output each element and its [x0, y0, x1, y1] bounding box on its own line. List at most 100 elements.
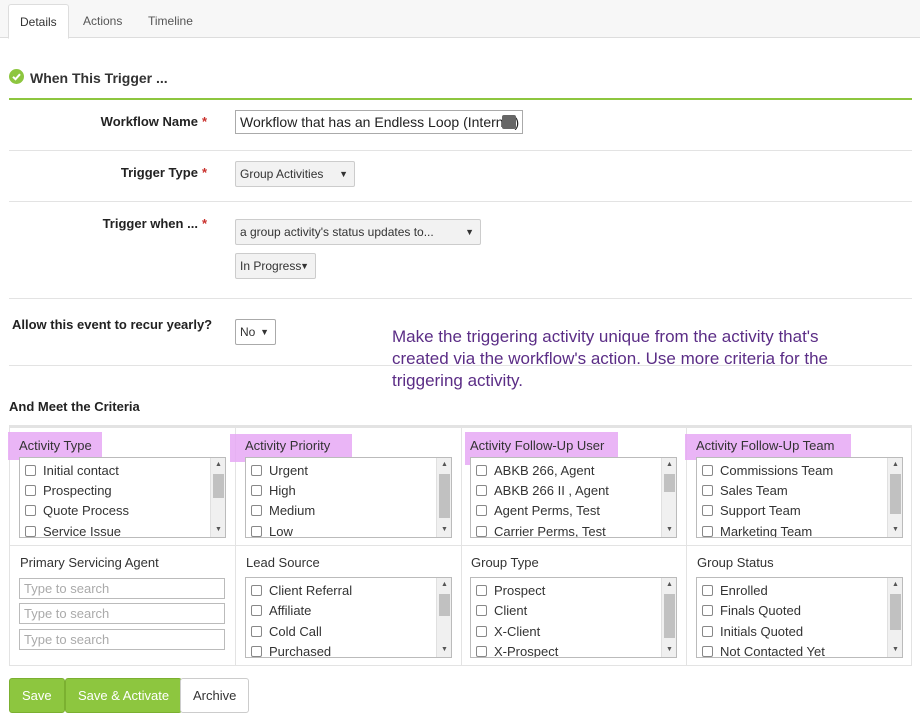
list-item[interactable]: Finals Quoted [702, 603, 801, 623]
list-item[interactable]: Low [251, 524, 293, 537]
checkbox[interactable] [251, 585, 262, 596]
list-item[interactable]: Urgent [251, 463, 308, 483]
checkbox[interactable] [251, 526, 262, 537]
agent-search-input-1[interactable] [19, 578, 225, 599]
list-item[interactable]: Enrolled [702, 583, 768, 603]
scrollbar[interactable]: ▲ ▼ [210, 458, 225, 537]
list-item[interactable]: Not Contacted Yet [702, 644, 825, 657]
scroll-down-icon[interactable]: ▼ [888, 643, 902, 657]
lead-source-list[interactable]: Client Referral Affiliate Cold Call Purc… [245, 577, 452, 658]
checkbox[interactable] [702, 485, 713, 496]
tab-timeline[interactable]: Timeline [137, 4, 204, 38]
checkbox[interactable] [251, 646, 262, 657]
list-item[interactable]: High [251, 483, 296, 503]
follow-up-team-list[interactable]: Commissions Team Sales Team Support Team… [696, 457, 903, 538]
follow-up-user-list[interactable]: ABKB 266, Agent ABKB 266 II , Agent Agen… [470, 457, 677, 538]
list-item[interactable]: Purchased [251, 644, 331, 657]
list-item[interactable]: Marketing Team [702, 524, 812, 537]
checkbox[interactable] [476, 585, 487, 596]
scrollbar[interactable]: ▲ ▼ [887, 578, 902, 657]
checkbox[interactable] [251, 505, 262, 516]
list-item[interactable]: Affiliate [251, 603, 311, 623]
recur-select[interactable]: No ▼ [235, 319, 276, 345]
tab-details[interactable]: Details [8, 4, 69, 39]
checkbox[interactable] [25, 526, 36, 537]
scroll-down-icon[interactable]: ▼ [211, 523, 225, 537]
scroll-up-icon[interactable]: ▲ [662, 578, 676, 592]
scroll-down-icon[interactable]: ▼ [888, 523, 902, 537]
list-item[interactable]: Medium [251, 503, 315, 523]
group-status-list[interactable]: Enrolled Finals Quoted Initials Quoted N… [696, 577, 903, 658]
checkbox[interactable] [251, 485, 262, 496]
checkbox[interactable] [25, 505, 36, 516]
agent-search-input-3[interactable] [19, 629, 225, 650]
scrollbar[interactable]: ▲ ▼ [887, 458, 902, 537]
list-item[interactable]: Prospect [476, 583, 545, 603]
save-activate-button[interactable]: Save & Activate [65, 678, 183, 713]
scroll-up-icon[interactable]: ▲ [437, 578, 451, 592]
scroll-down-icon[interactable]: ▼ [662, 643, 676, 657]
checkbox[interactable] [25, 485, 36, 496]
checkbox[interactable] [702, 605, 713, 616]
checkbox[interactable] [476, 646, 487, 657]
scrollbar[interactable]: ▲ ▼ [661, 578, 676, 657]
trigger-when-select[interactable]: a group activity's status updates to... ▼ [235, 219, 481, 245]
activity-type-list[interactable]: Initial contact Prospecting Quote Proces… [19, 457, 226, 538]
checkbox[interactable] [476, 485, 487, 496]
list-item[interactable]: Sales Team [702, 483, 788, 503]
checkbox[interactable] [476, 605, 487, 616]
scroll-up-icon[interactable]: ▲ [437, 458, 451, 472]
list-item[interactable]: Carrier Perms, Test [476, 524, 606, 537]
scrollbar[interactable]: ▲ ▼ [661, 458, 676, 537]
save-button[interactable]: Save [9, 678, 65, 713]
archive-button[interactable]: Archive [180, 678, 250, 713]
list-item[interactable]: Service Issue [25, 524, 121, 537]
list-item[interactable]: ABKB 266 II , Agent [476, 483, 609, 503]
checkbox[interactable] [702, 465, 713, 476]
list-item[interactable]: Initial contact [25, 463, 119, 483]
list-item[interactable]: Prospecting [25, 483, 112, 503]
tab-actions[interactable]: Actions [72, 4, 133, 38]
checkbox[interactable] [476, 526, 487, 537]
scroll-down-icon[interactable]: ▼ [662, 523, 676, 537]
list-item[interactable]: Commissions Team [702, 463, 833, 483]
scroll-up-icon[interactable]: ▲ [888, 458, 902, 472]
checkbox[interactable] [476, 505, 487, 516]
scrollbar[interactable]: ▲ ▼ [436, 578, 451, 657]
list-item[interactable]: Initials Quoted [702, 624, 803, 644]
group-type-list[interactable]: Prospect Client X-Client X-Prospect ▲ ▼ [470, 577, 677, 658]
list-item[interactable]: Support Team [702, 503, 801, 523]
list-item[interactable]: Client [476, 603, 527, 623]
checkbox[interactable] [702, 526, 713, 537]
agent-search-input-2[interactable] [19, 603, 225, 624]
trigger-type-select[interactable]: Group Activities ▼ [235, 161, 355, 187]
checkbox[interactable] [702, 505, 713, 516]
scrollbar[interactable]: ▲ ▼ [436, 458, 451, 537]
list-item[interactable]: Cold Call [251, 624, 322, 644]
checkbox[interactable] [702, 626, 713, 637]
checkbox[interactable] [251, 626, 262, 637]
scroll-up-icon[interactable]: ▲ [662, 458, 676, 472]
scroll-down-icon[interactable]: ▼ [437, 523, 451, 537]
list-item[interactable]: Quote Process [25, 503, 129, 523]
list-item[interactable]: Agent Perms, Test [476, 503, 600, 523]
checkbox[interactable] [251, 465, 262, 476]
checkbox[interactable] [702, 585, 713, 596]
checkbox[interactable] [476, 626, 487, 637]
input-helper-icon[interactable] [502, 115, 516, 129]
checkbox[interactable] [251, 605, 262, 616]
activity-priority-list[interactable]: Urgent High Medium Low ▲ ▼ [245, 457, 452, 538]
scroll-down-icon[interactable]: ▼ [437, 643, 451, 657]
list-item[interactable]: X-Prospect [476, 644, 558, 657]
list-item[interactable]: ABKB 266, Agent [476, 463, 594, 483]
checkbox[interactable] [702, 646, 713, 657]
scroll-up-icon[interactable]: ▲ [211, 458, 225, 472]
checkbox[interactable] [25, 465, 36, 476]
list-item[interactable]: Client Referral [251, 583, 352, 603]
workflow-name-input[interactable]: Workflow that has an Endless Loop (Inter… [235, 110, 523, 134]
list-item[interactable]: X-Client [476, 624, 540, 644]
checkbox[interactable] [476, 465, 487, 476]
tab-bar: Details Actions Timeline [0, 0, 920, 39]
status-select[interactable]: In Progress ▼ [235, 253, 316, 279]
scroll-up-icon[interactable]: ▲ [888, 578, 902, 592]
